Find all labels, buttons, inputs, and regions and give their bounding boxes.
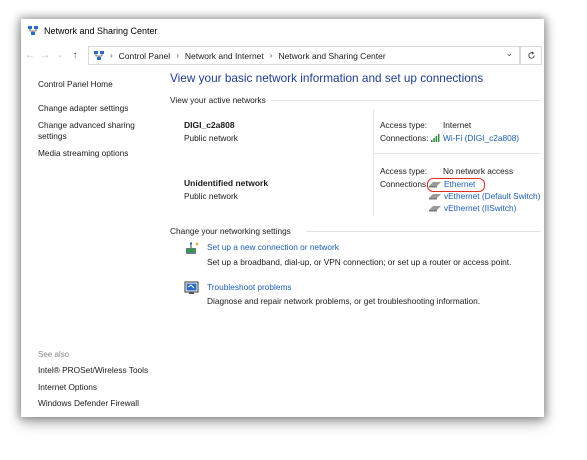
recent-chevron-icon[interactable]: ⌄: [54, 51, 66, 59]
troubleshoot-link[interactable]: Troubleshoot problems: [207, 282, 292, 292]
network-sharing-window: Network and Sharing Center ← → ⌄ ↑ › Con…: [21, 19, 544, 417]
vethernet-default-label[interactable]: vEthernet (Default Switch): [444, 191, 540, 201]
breadcrumb-control-panel[interactable]: Control Panel: [119, 51, 171, 61]
vethernet-iis-label[interactable]: vEthernet (IISwitch): [444, 203, 516, 213]
section-divider: [306, 231, 541, 232]
network-column-divider: [373, 110, 374, 216]
breadcrumb-network-internet[interactable]: Network and Internet: [185, 51, 264, 61]
change-adapter-settings-link[interactable]: Change adapter settings: [38, 103, 158, 114]
wifi-connection-label[interactable]: Wi-Fi (DIGI_c2a808): [443, 133, 519, 143]
see-also-links: Intel® PROSet/Wireless Tools Internet Op…: [38, 365, 148, 415]
new-connection-icon: [186, 242, 199, 254]
refresh-button[interactable]: [520, 46, 542, 65]
vethernet-default-link[interactable]: vEthernet (Default Switch): [429, 191, 540, 201]
access-type-value: No network access: [443, 166, 514, 176]
network-name: Unidentified network: [184, 178, 269, 188]
refresh-icon: [527, 51, 535, 59]
page-title: View your basic network information and …: [170, 71, 484, 85]
network-name: DIGI_c2a808: [184, 120, 235, 130]
media-streaming-options-link[interactable]: Media streaming options: [38, 148, 158, 159]
up-arrow-icon[interactable]: ↑: [69, 50, 81, 61]
forward-arrow-icon[interactable]: →: [39, 50, 51, 61]
network-center-icon: [28, 26, 38, 35]
chevron-right-icon: ›: [110, 51, 113, 60]
vethernet-iis-link[interactable]: vEthernet (IISwitch): [429, 203, 516, 213]
chevron-right-icon: ›: [269, 51, 273, 60]
change-advanced-sharing-link[interactable]: Change advanced sharing settings: [38, 120, 143, 142]
connections-label: Connections:: [380, 133, 429, 143]
navigation-bar: ← → ⌄ ↑ › Control Panel › Network and In…: [21, 43, 544, 67]
connections-label: Connections:: [380, 179, 429, 189]
troubleshoot-icon: [184, 281, 199, 294]
windows-firewall-link[interactable]: Windows Defender Firewall: [38, 398, 148, 415]
back-arrow-icon[interactable]: ←: [24, 50, 36, 61]
window-title: Network and Sharing Center: [44, 26, 158, 36]
network-type: Public network: [184, 191, 238, 201]
ethernet-adapter-icon: [429, 193, 441, 199]
section-divider: [271, 100, 541, 101]
active-networks-label: View your active networks: [170, 95, 266, 105]
new-connection-description: Set up a broadband, dial-up, or VPN conn…: [207, 257, 512, 267]
ethernet-highlight-oval: [427, 178, 485, 192]
access-type-value: Internet: [443, 120, 472, 130]
breadcrumb-network-sharing-center[interactable]: Network and Sharing Center: [278, 51, 385, 61]
title-bar: Network and Sharing Center: [21, 19, 544, 43]
wifi-connection-link[interactable]: Wi-Fi (DIGI_c2a808): [431, 133, 519, 143]
wifi-signal-icon: [431, 134, 440, 142]
network-row-divider: [373, 153, 541, 154]
intel-proset-link[interactable]: Intel® PROSet/Wireless Tools: [38, 365, 148, 382]
see-also-label: See also: [38, 350, 70, 359]
new-connection-link[interactable]: Set up a new connection or network: [207, 242, 339, 252]
access-type-label: Access type:: [380, 120, 428, 130]
ethernet-adapter-icon: [429, 205, 441, 211]
internet-options-link[interactable]: Internet Options: [38, 382, 148, 399]
access-type-label: Access type:: [380, 166, 428, 176]
troubleshoot-description: Diagnose and repair network problems, or…: [207, 296, 481, 306]
change-settings-label: Change your networking settings: [170, 226, 291, 236]
network-type: Public network: [184, 133, 238, 143]
left-pane: Control Panel Home Change adapter settin…: [38, 79, 158, 159]
control-panel-icon: [94, 50, 104, 60]
chevron-down-icon[interactable]: ⌄: [505, 48, 513, 59]
chevron-right-icon: ›: [176, 51, 179, 60]
address-bar[interactable]: › Control Panel › Network and Internet ›…: [88, 46, 520, 65]
control-panel-home-link[interactable]: Control Panel Home: [38, 79, 158, 90]
